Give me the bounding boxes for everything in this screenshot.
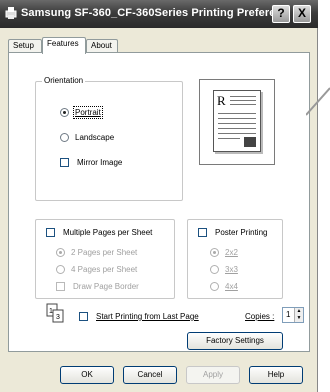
four-pages-radio[interactable]: 4 Pages per Sheet (56, 265, 137, 274)
poster-4x4-dot (210, 282, 219, 291)
page-preview-icon: R (213, 90, 261, 152)
poster-3x3-radio[interactable]: 3x3 (210, 265, 238, 274)
tab-setup[interactable]: Setup (8, 39, 42, 53)
copies-spinner[interactable]: 1 ▲ ▼ (282, 307, 304, 323)
cancel-button[interactable]: Cancel (123, 366, 177, 384)
start-last-page-box (79, 312, 88, 321)
window-title: Samsung SF-360_CF-360Series Printing Pre… (21, 7, 285, 19)
mirror-image-checkbox[interactable]: Mirror Image (60, 158, 122, 167)
multiple-pages-label: Multiple Pages per Sheet (63, 228, 153, 237)
printer-app-icon (5, 7, 17, 19)
start-last-page-checkbox[interactable]: Start Printing from Last Page (79, 312, 199, 321)
two-pages-radio[interactable]: 2 Pages per Sheet (56, 248, 137, 257)
two-pages-dot (56, 248, 65, 257)
factory-settings-button[interactable]: Factory Settings (187, 332, 283, 350)
help-button[interactable]: Help (249, 366, 303, 384)
svg-text:1: 1 (49, 308, 53, 315)
orientation-group: Orientation Portrait Landscape Mirror Im… (35, 76, 183, 201)
poster-printing-group: Poster Printing 2x2 3x3 4x4 (187, 219, 283, 299)
ok-button[interactable]: OK (60, 366, 114, 384)
draw-page-border-box (56, 282, 65, 291)
landscape-radio-dot (60, 133, 69, 142)
two-pages-label: 2 Pages per Sheet (71, 248, 138, 257)
mirror-image-label: Mirror Image (77, 158, 123, 167)
poster-3x3-dot (210, 265, 219, 274)
draw-page-border-checkbox[interactable]: Draw Page Border (56, 282, 139, 291)
start-last-page-label: Start Printing from Last Page (96, 312, 199, 321)
poster-3x3-label: 3x3 (225, 265, 238, 274)
portrait-radio[interactable]: Portrait (60, 106, 103, 119)
poster-2x2-radio[interactable]: 2x2 (210, 248, 238, 257)
printing-preferences-window: Samsung SF-360_CF-360Series Printing Pre… (0, 0, 318, 392)
multiple-pages-box (46, 228, 55, 237)
poster-printing-box (198, 228, 207, 237)
four-pages-dot (56, 265, 65, 274)
copies-value: 1 (286, 310, 291, 319)
tab-features[interactable]: Features (42, 37, 86, 54)
spinner-arrows-icon[interactable]: ▲ ▼ (294, 308, 303, 322)
poster-printing-label: Poster Printing (215, 228, 268, 237)
portrait-radio-dot (60, 108, 69, 117)
poster-2x2-dot (210, 248, 219, 257)
four-pages-label: 4 Pages per Sheet (71, 265, 138, 274)
orientation-preview: R (199, 79, 275, 165)
copies-text: Copies : (245, 312, 275, 321)
draw-page-border-label: Draw Page Border (73, 282, 139, 291)
poster-printing-checkbox[interactable]: Poster Printing (198, 228, 267, 237)
landscape-radio[interactable]: Landscape (60, 133, 114, 142)
poster-2x2-label: 2x2 (225, 248, 238, 257)
mirror-image-box (60, 158, 69, 167)
help-title-button[interactable]: ? (272, 5, 290, 23)
multiple-pages-group: Multiple Pages per Sheet 2 Pages per She… (35, 219, 175, 299)
portrait-label: Portrait (73, 106, 103, 119)
callout-line (306, 87, 330, 116)
tab-about[interactable]: About (86, 39, 118, 53)
page-order-icon: 1 3 (46, 303, 64, 323)
poster-4x4-label: 4x4 (225, 282, 238, 291)
svg-text:3: 3 (56, 314, 60, 321)
background-edge (318, 0, 330, 392)
landscape-label: Landscape (75, 133, 115, 142)
orientation-label: Orientation (42, 76, 86, 85)
features-panel: Orientation Portrait Landscape Mirror Im… (8, 52, 310, 352)
close-button[interactable]: X (293, 5, 311, 23)
apply-button[interactable]: Apply (186, 366, 240, 384)
poster-4x4-radio[interactable]: 4x4 (210, 282, 238, 291)
copies-label: Copies : (245, 312, 274, 321)
multiple-pages-checkbox[interactable]: Multiple Pages per Sheet (46, 228, 152, 237)
title-bar[interactable]: Samsung SF-360_CF-360Series Printing Pre… (0, 0, 318, 28)
